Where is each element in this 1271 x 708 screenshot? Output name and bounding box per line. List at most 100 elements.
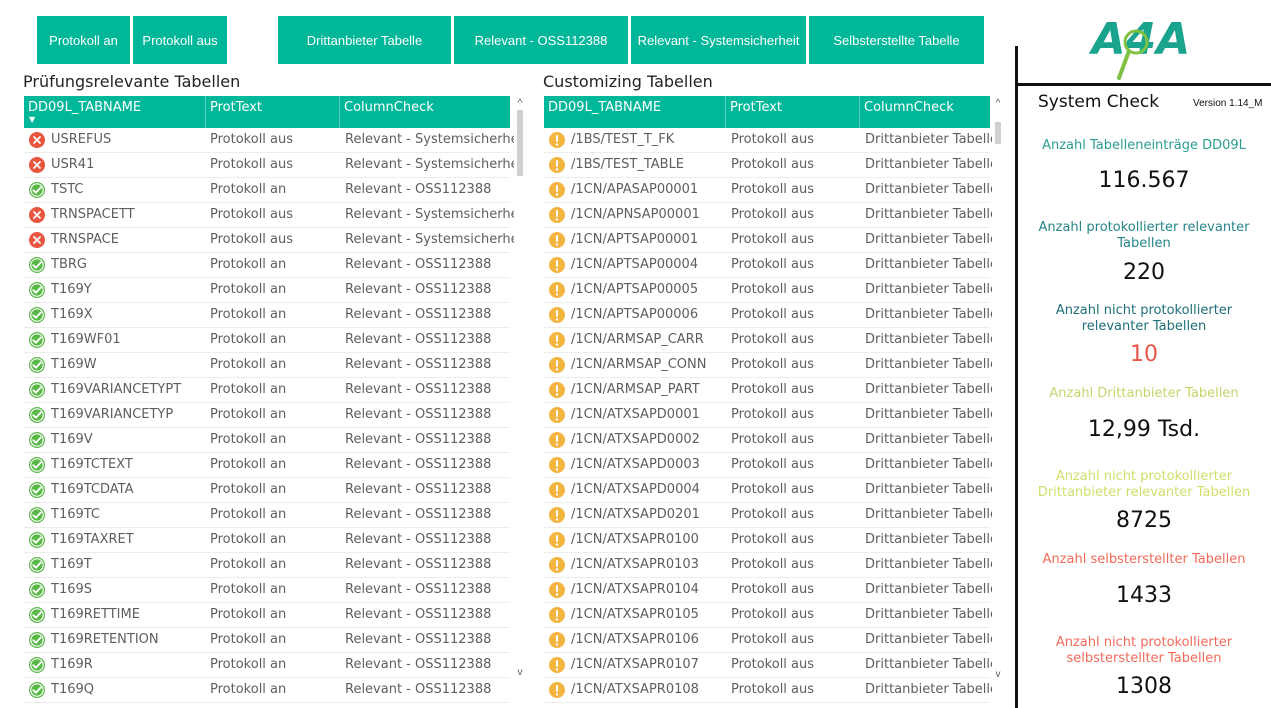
column-header-prottext[interactable]: ProtText bbox=[726, 96, 860, 128]
relevant-systemsicherheit-button[interactable]: Relevant - Systemsicherheit bbox=[631, 16, 806, 64]
table-row[interactable]: T169WF01 Protokoll an Relevant - OSS112388 bbox=[24, 328, 510, 353]
right-table: DD09L_TABNAME ProtText ColumnCheck /1BS/… bbox=[544, 96, 1006, 704]
cell-tabname: T169T bbox=[51, 557, 92, 572]
a4a-logo: A4A bbox=[1089, 14, 1190, 80]
table-row[interactable]: USREFUS Protokoll aus Relevant - Systemsic… bbox=[24, 128, 526, 153]
scroll-up-icon[interactable]: ^ bbox=[992, 98, 1004, 109]
column-header-columncheck[interactable]: ColumnCheck bbox=[860, 96, 990, 128]
table-row[interactable]: /1CN/ATXSAPD0003 Protokoll aus Drittanbiet… bbox=[544, 453, 998, 478]
drittanbieter-button[interactable]: Drittanbieter Tabelle bbox=[278, 16, 451, 64]
cell-tabname: TRNSPACE bbox=[51, 232, 119, 247]
cell-columncheck: Relevant - OSS112388 bbox=[345, 657, 492, 672]
column-header-tabname[interactable]: DD09L_TABNAME bbox=[544, 96, 726, 128]
table-row[interactable]: /1CN/ATXSAPD0002 Protokoll aus Drittanbiet… bbox=[544, 428, 998, 453]
table-row[interactable]: T169TCTEXT Protokoll an Relevant - OSS1123… bbox=[24, 453, 510, 478]
cell-tabname: T169WF01 bbox=[51, 332, 121, 347]
check-circle-icon bbox=[29, 607, 45, 623]
cell-tabname: /1CN/APTSAP00004 bbox=[571, 257, 699, 272]
table-row[interactable]: /1CN/APASAP00001 Protokoll aus Drittanbiet… bbox=[544, 178, 998, 203]
table-row[interactable]: T169V Protokoll an Relevant - OSS112388 bbox=[24, 428, 510, 453]
table-row[interactable]: /1CN/APTSAP00005 Protokoll aus Drittanbiet… bbox=[544, 278, 998, 303]
left-table-title: Prüfungsrelevante Tabellen bbox=[23, 72, 241, 91]
cell-tabname: /1CN/ATXSAPR0105 bbox=[571, 607, 699, 622]
check-circle-icon bbox=[29, 657, 45, 673]
cell-columncheck: Drittanbieter Tabelle bbox=[865, 432, 999, 447]
table-row[interactable]: T169X Protokoll an Relevant - OSS112388 bbox=[24, 303, 510, 328]
exclamation-circle-icon bbox=[549, 457, 565, 473]
cell-tabname: T169W bbox=[51, 357, 97, 372]
check-circle-icon bbox=[29, 182, 45, 198]
table-row[interactable]: /1CN/ARMSAP_CARR Protokoll aus Drittanbiet… bbox=[544, 328, 998, 353]
table-row[interactable]: /1CN/APTSAP00004 Protokoll aus Drittanbiet… bbox=[544, 253, 998, 278]
table-row[interactable]: T169RETENTION Protokoll an Relevant - OSS1… bbox=[24, 628, 510, 653]
cell-prottext: Protokoll aus bbox=[731, 307, 815, 322]
scroll-down-icon[interactable]: v bbox=[992, 669, 1004, 680]
cell-columncheck: Relevant - OSS112388 bbox=[345, 607, 492, 622]
table-row[interactable]: /1CN/ARMSAP_CONN Protokoll aus Drittanbiet… bbox=[544, 353, 998, 378]
table-row[interactable]: /1CN/ATXSAPD0201 Protokoll aus Drittanbiet… bbox=[544, 503, 998, 528]
exclamation-circle-icon bbox=[549, 382, 565, 398]
cell-prottext: Protokoll an bbox=[210, 432, 287, 447]
scroll-down-icon[interactable]: v bbox=[514, 667, 526, 678]
scroll-up-icon[interactable]: ^ bbox=[514, 98, 526, 109]
cell-tabname: T169V bbox=[51, 432, 93, 447]
check-circle-icon bbox=[29, 382, 45, 398]
column-header-columncheck[interactable]: ColumnCheck bbox=[340, 96, 510, 128]
table-row[interactable]: T169VARIANCETYP Protokoll an Relevant - OS… bbox=[24, 403, 510, 428]
cell-tabname: /1CN/ATXSAPD0004 bbox=[571, 482, 700, 497]
table-row[interactable]: T169VARIANCETYPT Protokoll an Relevant - O… bbox=[24, 378, 510, 403]
table-row[interactable]: TBRG Protokoll an Relevant - OSS112388 bbox=[24, 253, 510, 278]
table-row[interactable]: /1CN/ATXSAPR0105 Protokoll aus Drittanbiet… bbox=[544, 603, 998, 628]
protokoll-aus-button[interactable]: Protokoll aus bbox=[133, 16, 227, 64]
selbsterstellte-button[interactable]: Selbsterstellte Tabelle bbox=[809, 16, 984, 64]
table-row[interactable]: T169TCDATA Protokoll an Relevant - OSS1123… bbox=[24, 478, 510, 503]
protokoll-an-button[interactable]: Protokoll an bbox=[37, 16, 130, 64]
kpi-label: Anzahl Drittanbieter Tabellen bbox=[1049, 386, 1239, 401]
cell-tabname: /1CN/ATXSAPR0104 bbox=[571, 582, 699, 597]
table-row[interactable]: /1CN/APTSAP00001 Protokoll aus Drittanbiet… bbox=[544, 228, 998, 253]
table-row[interactable]: T169RETTIME Protokoll an Relevant - OSS112… bbox=[24, 603, 510, 628]
left-table-scrollbar[interactable]: ^ v bbox=[514, 96, 526, 696]
table-row[interactable]: /1BS/TEST_T_FK Protokoll aus Drittanbieter… bbox=[544, 128, 998, 153]
table-row[interactable]: T169R Protokoll an Relevant - OSS112388 bbox=[24, 653, 510, 678]
table-row[interactable]: /1CN/ATXSAPD0001 Protokoll aus Drittanbiet… bbox=[544, 403, 998, 428]
table-row[interactable]: /1CN/ATXSAPR0104 Protokoll aus Drittanbiet… bbox=[544, 578, 998, 603]
cell-prottext: Protokoll aus bbox=[731, 357, 815, 372]
kpi-value: 1308 bbox=[1116, 674, 1172, 699]
scroll-thumb[interactable] bbox=[517, 110, 523, 176]
table-row[interactable]: T169Q Protokoll an Relevant - OSS112388 bbox=[24, 678, 510, 703]
table-row[interactable]: /1CN/APNSAP00001 Protokoll aus Drittanbiet… bbox=[544, 203, 998, 228]
table-row[interactable]: TRNSPACE Protokoll aus Relevant - Systemsi… bbox=[24, 228, 526, 253]
cell-prottext: Protokoll an bbox=[210, 257, 287, 272]
column-header-tabname[interactable]: DD09L_TABNAME ▼ bbox=[24, 96, 206, 128]
table-row[interactable]: T169W Protokoll an Relevant - OSS112388 bbox=[24, 353, 510, 378]
table-row[interactable]: /1CN/ATXSAPR0103 Protokoll aus Drittanbiet… bbox=[544, 553, 998, 578]
cell-columncheck: Drittanbieter Tabelle bbox=[865, 157, 999, 172]
cell-prottext: Protokoll an bbox=[210, 482, 287, 497]
table-row[interactable]: T169TAXRET Protokoll an Relevant - OSS1123… bbox=[24, 528, 510, 553]
table-row[interactable]: /1CN/ATXSAPR0100 Protokoll aus Drittanbiet… bbox=[544, 528, 998, 553]
table-row[interactable]: /1BS/TEST_TABLE Protokoll aus Drittanbiete… bbox=[544, 153, 998, 178]
table-row[interactable]: /1CN/ATXSAPR0107 Protokoll aus Drittanbiet… bbox=[544, 653, 998, 678]
table-row[interactable]: /1CN/APTSAP00006 Protokoll aus Drittanbiet… bbox=[544, 303, 998, 328]
table-row[interactable]: T169S Protokoll an Relevant - OSS112388 bbox=[24, 578, 510, 603]
table-row[interactable]: /1CN/ARMSAP_PART Protokoll aus Drittanbiet… bbox=[544, 378, 998, 403]
table-row[interactable]: USR41 Protokoll aus Relevant - Systemsiche… bbox=[24, 153, 526, 178]
table-row[interactable]: TSTC Protokoll an Relevant - OSS112388 bbox=[24, 178, 510, 203]
table-row[interactable]: /1CN/ATXSAPR0106 Protokoll aus Drittanbiet… bbox=[544, 628, 998, 653]
table-row[interactable]: /1CN/ATXSAPR0108 Protokoll aus Drittanbiet… bbox=[544, 678, 998, 703]
relevant-oss-button[interactable]: Relevant - OSS112388 bbox=[454, 16, 628, 64]
check-circle-icon bbox=[29, 557, 45, 573]
cell-columncheck: Drittanbieter Tabelle bbox=[865, 657, 999, 672]
table-row[interactable]: /1CN/ATXSAPD0004 Protokoll aus Drittanbiet… bbox=[544, 478, 998, 503]
cell-prottext: Protokoll aus bbox=[731, 382, 815, 397]
table-row[interactable]: TRNSPACETT Protokoll aus Relevant - System… bbox=[24, 203, 526, 228]
right-table-scrollbar[interactable]: ^ v bbox=[992, 96, 1004, 696]
table-row[interactable]: T169Y Protokoll an Relevant - OSS112388 bbox=[24, 278, 510, 303]
cell-prottext: Protokoll an bbox=[210, 282, 287, 297]
table-row[interactable]: T169TC Protokoll an Relevant - OSS112388 bbox=[24, 503, 510, 528]
column-header-prottext[interactable]: ProtText bbox=[206, 96, 340, 128]
cell-tabname: /1CN/APTSAP00005 bbox=[571, 282, 699, 297]
scroll-thumb[interactable] bbox=[995, 122, 1001, 144]
table-row[interactable]: T169T Protokoll an Relevant - OSS112388 bbox=[24, 553, 510, 578]
